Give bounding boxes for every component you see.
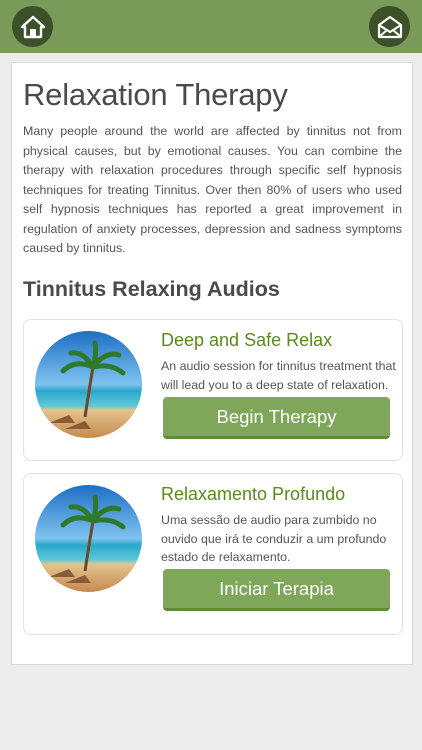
audio-item: Deep and Safe Relax An audio session for… <box>23 319 403 461</box>
audio-title: Relaxamento Profundo <box>161 484 346 504</box>
top-bar <box>0 0 422 53</box>
audio-description: Uma sessão de audio para zumbido no ouvi… <box>161 513 387 564</box>
audio-title: Deep and Safe Relax <box>161 330 333 350</box>
home-button[interactable] <box>12 6 53 47</box>
mail-button[interactable] <box>369 6 410 47</box>
mail-icon <box>377 15 402 38</box>
content-card: Relaxation Therapy Many people around th… <box>11 62 413 665</box>
page-title: Relaxation Therapy <box>23 77 288 112</box>
beach-thumbnail <box>35 331 142 438</box>
section-title: Tinnitus Relaxing Audios <box>23 277 280 301</box>
intro-text: Many people around the world are affecte… <box>23 124 402 255</box>
audio-item: Relaxamento Profundo Uma sessão de audio… <box>23 473 403 635</box>
begin-therapy-button[interactable]: Begin Therapy <box>163 397 390 439</box>
audio-description: An audio session for tinnitus treatment … <box>161 359 396 392</box>
start-therapy-button[interactable]: Iniciar Terapia <box>163 569 390 611</box>
home-icon <box>20 15 45 38</box>
beach-thumbnail <box>35 485 142 592</box>
